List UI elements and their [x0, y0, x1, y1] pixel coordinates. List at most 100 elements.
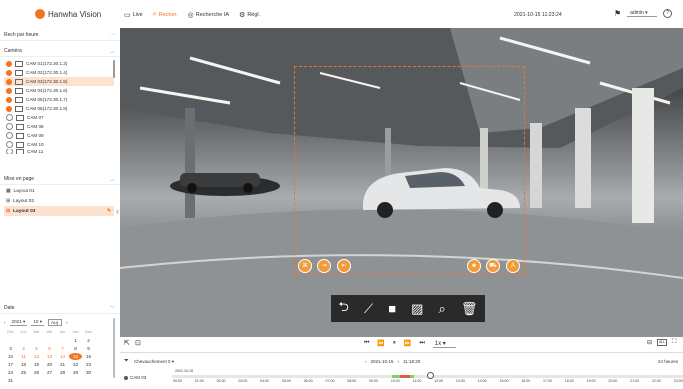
square-icon[interactable]: ■: [388, 301, 396, 316]
calendar-day[interactable]: 4: [17, 345, 30, 352]
camera-list-scrollbar[interactable]: [113, 60, 115, 78]
calendar-day[interactable]: 14: [56, 353, 69, 360]
tab-ai-search[interactable]: ◎ Recherche IA: [188, 11, 229, 19]
calendar-day[interactable]: 21: [56, 361, 69, 368]
next-day-icon[interactable]: ›: [398, 359, 400, 364]
camera-item[interactable]: CAM 02(172.30.1.4): [4, 68, 114, 77]
calendar-day[interactable]: 6: [43, 345, 56, 352]
prev-month-icon[interactable]: ‹: [4, 320, 6, 325]
area-icon[interactable]: ▨: [411, 301, 423, 317]
video-player[interactable]: ⌘ ⇥ ⇤ ☻ ⛟ A ⮌ ⟋ ■ ▨ ⌕ 🗑: [120, 28, 683, 337]
camera-item[interactable]: CAM 11: [4, 149, 114, 154]
calendar-day[interactable]: 29: [69, 369, 82, 376]
calendar-day[interactable]: 26: [30, 369, 43, 376]
camera-item[interactable]: CAM 01(172.30.1.3): [4, 59, 114, 68]
date-section-header[interactable]: Date ﹀: [0, 303, 120, 314]
edit-icon[interactable]: ✎: [107, 209, 111, 214]
calendar-day[interactable]: 23: [82, 361, 95, 368]
month-select[interactable]: 10 ▾: [31, 319, 45, 326]
layout-item-selected[interactable]: ⊞ Layout 03 ✎: [4, 206, 114, 216]
camera-item-selected[interactable]: CAM 03(172.30.1.5): [4, 77, 114, 86]
ai-object-icon[interactable]: ⌘: [298, 259, 312, 273]
tab-live[interactable]: ▭ Live: [124, 11, 143, 19]
tab-settings[interactable]: ⚙ Régl.: [239, 11, 260, 19]
line-icon[interactable]: ⟋: [364, 301, 373, 317]
calendar-day[interactable]: 22: [69, 361, 82, 368]
calendar-day[interactable]: 20: [43, 361, 56, 368]
all-view-icon[interactable]: ALL: [657, 339, 668, 346]
undo-icon[interactable]: ⮌: [339, 298, 349, 320]
calendar-day[interactable]: 10: [4, 353, 17, 360]
overlap-select[interactable]: Chevauchement 0 ▾: [134, 359, 174, 365]
collapse-sidebar-icon[interactable]: ‹: [116, 206, 119, 216]
speed-select[interactable]: 1x ▾: [432, 340, 456, 348]
today-button[interactable]: Auj.: [48, 319, 62, 326]
entry-icon[interactable]: ⇥: [317, 259, 331, 273]
camera-item[interactable]: CAM 06(172.30.1.8): [4, 104, 114, 113]
prev-day-icon[interactable]: ‹: [365, 359, 367, 364]
calendar-day[interactable]: 1: [69, 337, 82, 344]
calendar-day[interactable]: 19: [30, 361, 43, 368]
zoom-icon[interactable]: ⌕: [439, 301, 446, 317]
layout-item[interactable]: ⊞ Layout 02: [4, 196, 114, 206]
person-icon[interactable]: ☻: [467, 259, 481, 273]
screenshot-icon[interactable]: ⊡: [135, 339, 141, 347]
camera-item[interactable]: CAM 08: [4, 122, 114, 131]
skip-start-icon[interactable]: ⏮: [364, 340, 369, 348]
exit-icon[interactable]: ⇤: [337, 259, 351, 273]
split-view-icon[interactable]: ⊟: [647, 339, 652, 346]
camera-item[interactable]: CAM 04(172.30.1.6): [4, 86, 114, 95]
next-month-icon[interactable]: ›: [66, 320, 68, 325]
delete-icon[interactable]: 🗑: [461, 301, 478, 317]
range-label[interactable]: 24 heures: [658, 359, 678, 364]
calendar-day[interactable]: 2: [82, 337, 95, 344]
camera-item[interactable]: CAM 05(172.30.1.7): [4, 95, 114, 104]
export-icon[interactable]: ⇱: [124, 339, 130, 347]
auto-icon[interactable]: A: [506, 259, 520, 273]
filter-icon[interactable]: ⏷: [124, 358, 129, 365]
roi-selection-box[interactable]: [294, 66, 525, 276]
camera-item[interactable]: CAM 09: [4, 131, 114, 140]
calendar-day[interactable]: 25: [17, 369, 30, 376]
calendar-day[interactable]: 31: [4, 377, 17, 384]
calendar-day[interactable]: 12: [30, 353, 43, 360]
calendar-day[interactable]: 27: [43, 369, 56, 376]
camera-item[interactable]: CAM 10: [4, 140, 114, 149]
calendar-day[interactable]: 8: [69, 345, 82, 352]
calendar-day[interactable]: 9: [82, 345, 95, 352]
fullscreen-icon[interactable]: ⛶: [672, 339, 676, 346]
camera-section-header[interactable]: Caméra ︿: [0, 46, 120, 57]
notification-icon[interactable]: ⚑: [614, 9, 621, 18]
search-mode-header[interactable]: Rech par heure ···: [0, 30, 120, 41]
camera-item[interactable]: CAM 07: [4, 113, 114, 122]
calendar-day[interactable]: 28: [56, 369, 69, 376]
calendar-scrollbar[interactable]: [113, 318, 115, 378]
more-icon[interactable]: ···: [110, 32, 115, 38]
help-icon[interactable]: ?: [663, 9, 673, 18]
skip-end-icon[interactable]: ⏭: [419, 340, 424, 348]
vehicle-icon[interactable]: ⛟: [486, 259, 500, 273]
calendar-day[interactable]: 13: [43, 353, 56, 360]
calendar-day[interactable]: 15: [69, 353, 82, 360]
calendar-day[interactable]: 3: [4, 345, 17, 352]
recording-track[interactable]: [172, 372, 683, 379]
calendar-day[interactable]: 18: [17, 361, 30, 368]
calendar-day[interactable]: 30: [82, 369, 95, 376]
calendar-day[interactable]: 5: [30, 345, 43, 352]
calendar-day[interactable]: 17: [4, 361, 17, 368]
calendar-day[interactable]: 11: [17, 353, 30, 360]
tab-search[interactable]: ⌕ Recher.: [153, 11, 178, 19]
year-select[interactable]: 2021 ▾: [9, 319, 28, 326]
step-forward-icon[interactable]: ⏩: [404, 340, 411, 348]
chevron-down-icon[interactable]: ﹀: [110, 305, 115, 312]
playhead[interactable]: [427, 372, 434, 379]
user-menu[interactable]: admin ▾: [627, 10, 658, 17]
step-back-icon[interactable]: ⏪: [377, 340, 384, 348]
pause-icon[interactable]: ⏸: [393, 340, 396, 348]
calendar-day[interactable]: 16: [82, 353, 95, 360]
chevron-up-icon[interactable]: ︿: [110, 176, 115, 183]
layout-section-header[interactable]: Mise en page ︿: [0, 174, 120, 185]
chevron-up-icon[interactable]: ︿: [110, 48, 115, 55]
calendar-day[interactable]: 7: [56, 345, 69, 352]
calendar-day[interactable]: 24: [4, 369, 17, 376]
